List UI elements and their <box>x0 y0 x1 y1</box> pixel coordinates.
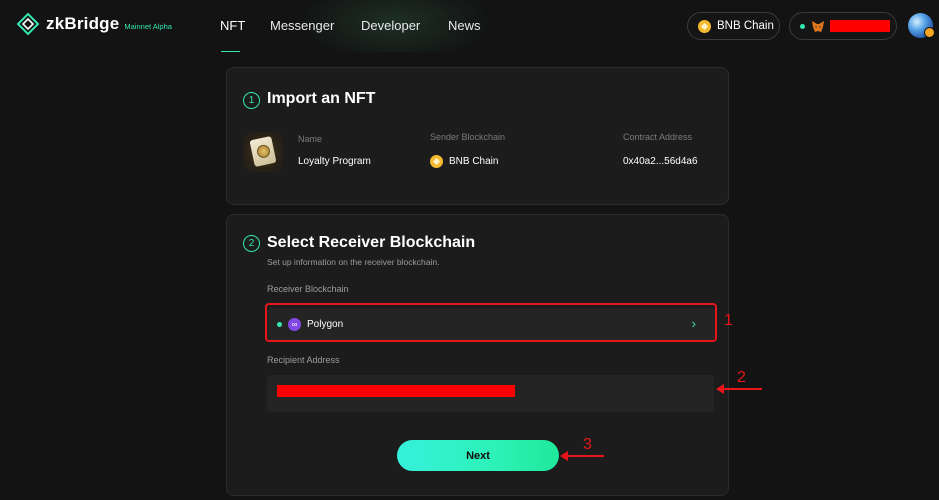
bnb-chain-icon <box>698 19 711 33</box>
import-nft-title: Import an NFT <box>267 90 376 107</box>
top-nav-bar: zkBridge Mainnet Alpha NFT Messenger Dev… <box>0 0 939 52</box>
annotation-number-2: 2 <box>737 369 746 386</box>
nav-active-indicator <box>221 51 240 52</box>
nft-name-value: Loyalty Program <box>298 156 371 167</box>
column-header-contract: Contract Address <box>623 132 693 142</box>
column-header-name: Name <box>298 134 323 144</box>
next-button[interactable]: Next <box>397 440 559 471</box>
recipient-address-redacted <box>277 385 515 397</box>
nav-item-developer[interactable]: Developer <box>361 18 420 33</box>
contract-address-value: 0x40a2...56d4a6 <box>623 156 698 167</box>
recipient-address-label: Recipient Address <box>267 355 340 365</box>
recipient-address-input[interactable] <box>267 375 714 412</box>
annotation-number-1: 1 <box>724 312 733 329</box>
brand-network-tag: Mainnet Alpha <box>124 21 172 31</box>
annotation-arrow-3 <box>560 451 604 461</box>
receiver-chain-label: Receiver Blockchain <box>267 284 349 294</box>
brand-logo[interactable]: zkBridge Mainnet Alpha <box>17 13 172 35</box>
brand-name: zkBridge <box>46 14 120 33</box>
receiver-chain-subtitle: Set up information on the receiver block… <box>267 257 440 267</box>
chain-selector-button[interactable]: BNB Chain <box>687 12 780 40</box>
step-number-1: 1 <box>243 92 260 109</box>
sender-chain-label: BNB Chain <box>449 156 499 167</box>
receiver-chain-card: 2 Select Receiver Blockchain Set up info… <box>226 214 729 496</box>
column-header-sender: Sender Blockchain <box>430 132 506 142</box>
nav-item-news[interactable]: News <box>448 18 481 33</box>
bnb-chain-icon <box>430 155 443 168</box>
chain-selector-label: BNB Chain <box>717 20 774 32</box>
zkbridge-logo-icon <box>17 13 39 35</box>
annotation-arrow-2 <box>716 384 762 394</box>
wallet-address-redacted <box>830 20 890 32</box>
nav-item-nft[interactable]: NFT <box>220 18 245 33</box>
nft-thumbnail <box>243 132 283 172</box>
nft-card-image <box>249 136 277 167</box>
annotation-highlight-box <box>265 303 717 342</box>
avatar-badge-icon <box>924 27 935 38</box>
annotation-number-3: 3 <box>583 436 592 453</box>
wallet-button[interactable] <box>789 12 897 40</box>
metamask-fox-icon <box>812 20 824 32</box>
receiver-chain-title: Select Receiver Blockchain <box>267 234 476 251</box>
sender-chain-value: BNB Chain <box>430 155 498 168</box>
nft-coin-icon <box>255 143 271 160</box>
nav-item-messenger[interactable]: Messenger <box>270 18 334 33</box>
connected-status-icon <box>800 23 805 29</box>
import-nft-card: 1 Import an NFT Name Sender Blockchain C… <box>226 67 729 205</box>
step-number-2: 2 <box>243 235 260 252</box>
